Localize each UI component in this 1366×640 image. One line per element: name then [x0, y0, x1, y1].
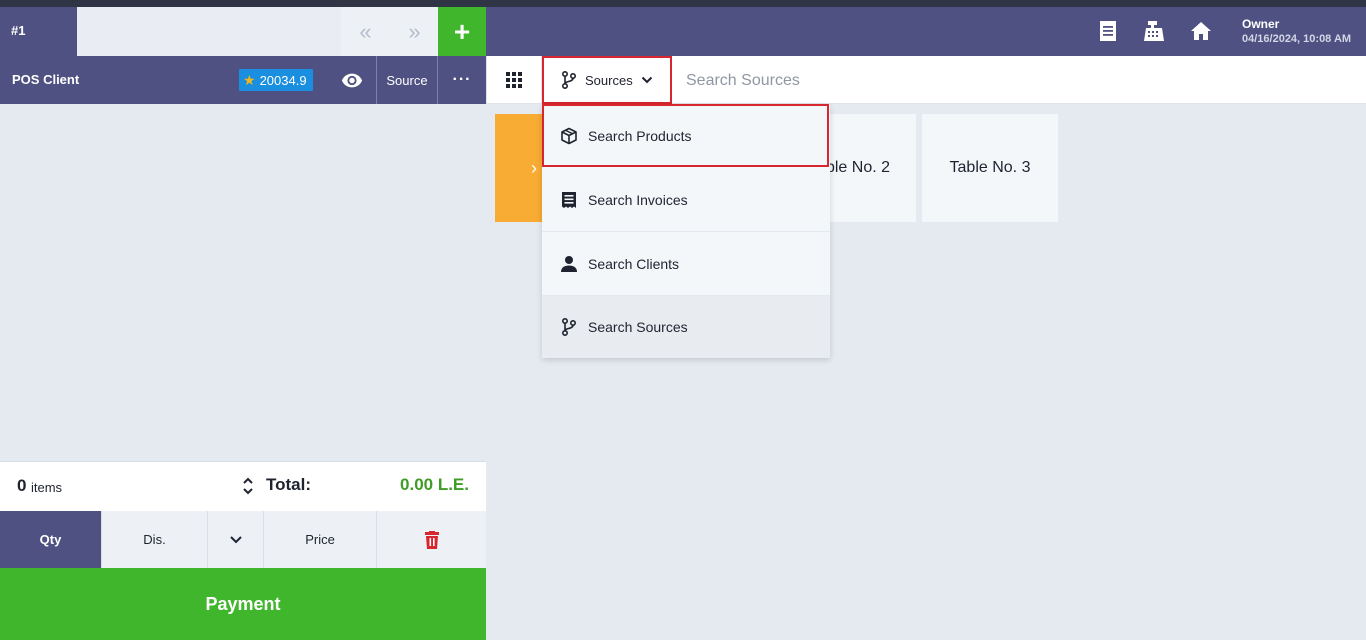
totals-bar: 0 items Total: 0.00 L.E.	[0, 461, 486, 511]
client-bar: POS Client ★ 20034.9 Source ···	[0, 56, 486, 104]
menu-item-search-invoices[interactable]: Search Invoices	[542, 168, 830, 232]
source-button[interactable]: Source	[376, 56, 438, 104]
window-top-strip	[0, 0, 1366, 7]
star-icon: ★	[243, 71, 256, 88]
menu-item-label: Search Products	[588, 127, 692, 144]
items-count-label: items	[31, 480, 63, 495]
source-branch-icon	[562, 318, 577, 336]
table-tile-label: ble No. 2	[825, 159, 891, 176]
payment-button[interactable]: Payment	[0, 568, 486, 640]
delete-item-button[interactable]	[377, 511, 486, 568]
plus-icon: +	[453, 15, 471, 47]
chevron-down-icon	[641, 76, 652, 84]
menu-item-label: Search Invoices	[588, 191, 688, 208]
add-order-button[interactable]: +	[438, 7, 486, 56]
user-name[interactable]: Owner	[1242, 17, 1279, 31]
order-panel: #1 « » + POS Client ★ 20034.9 Source ···…	[0, 7, 486, 640]
invoice-icon	[562, 191, 576, 208]
next-order-button[interactable]: »	[390, 7, 439, 56]
double-chevron-left-icon: «	[359, 18, 372, 44]
qty-mode-button[interactable]: Qty	[0, 511, 102, 568]
search-input[interactable]	[686, 68, 1346, 94]
table-tile-label: Table No. 3	[949, 159, 1031, 176]
more-options-button[interactable]: ···	[438, 56, 486, 104]
search-source-menu: Search Products Search Invoices Search C…	[542, 104, 830, 358]
ellipsis-icon: ···	[452, 71, 472, 88]
trash-icon	[424, 530, 439, 549]
sort-icon[interactable]	[241, 474, 255, 498]
items-count: 0	[17, 476, 27, 495]
double-chevron-right-icon: »	[408, 18, 421, 44]
loyalty-points-badge: ★ 20034.9	[239, 69, 313, 91]
chevron-down-icon	[229, 535, 242, 543]
search-bar: Sources	[486, 56, 1366, 104]
grid-view-button[interactable]	[487, 56, 542, 104]
grid-icon	[506, 72, 522, 88]
order-tabs: #1 « » +	[0, 7, 486, 56]
discount-mode-button[interactable]: Dis.	[102, 511, 208, 568]
order-tabs-strip	[77, 7, 340, 56]
keypad-mode-row: Qty Dis. Price	[0, 511, 486, 568]
discount-options-button[interactable]	[208, 511, 264, 568]
source-branch-icon	[562, 71, 577, 89]
eye-icon[interactable]	[340, 69, 364, 91]
person-icon	[561, 255, 577, 272]
search-source-dropdown-button[interactable]: Sources	[542, 56, 672, 104]
menu-item-search-products[interactable]: Search Products	[542, 104, 829, 167]
current-datetime: 04/16/2024, 10:08 AM	[1242, 33, 1352, 45]
home-icon[interactable]	[1190, 20, 1212, 42]
cash-register-icon[interactable]	[1143, 20, 1165, 42]
receipt-icon[interactable]	[1097, 20, 1119, 42]
client-name[interactable]: POS Client	[12, 72, 79, 87]
menu-item-search-clients[interactable]: Search Clients	[542, 232, 830, 296]
menu-item-label: Search Clients	[588, 255, 680, 272]
cube-icon	[561, 127, 577, 144]
total-label: Total:	[266, 475, 312, 494]
total-value: 0.00 L.E.	[400, 475, 469, 494]
chevron-right-icon: ›	[531, 157, 537, 178]
table-tile[interactable]: Table No. 3	[922, 114, 1058, 222]
top-header: Owner 04/16/2024, 10:08 AM	[486, 7, 1366, 56]
previous-order-button[interactable]: «	[341, 7, 390, 56]
price-mode-button[interactable]: Price	[264, 511, 377, 568]
loyalty-points-value: 20034.9	[259, 72, 307, 88]
order-tab-current[interactable]: #1	[0, 7, 77, 56]
menu-item-label: Search Sources	[588, 319, 688, 335]
menu-item-search-sources[interactable]: Search Sources	[542, 296, 830, 358]
order-items-list	[0, 104, 486, 461]
search-source-label: Sources	[585, 72, 633, 88]
